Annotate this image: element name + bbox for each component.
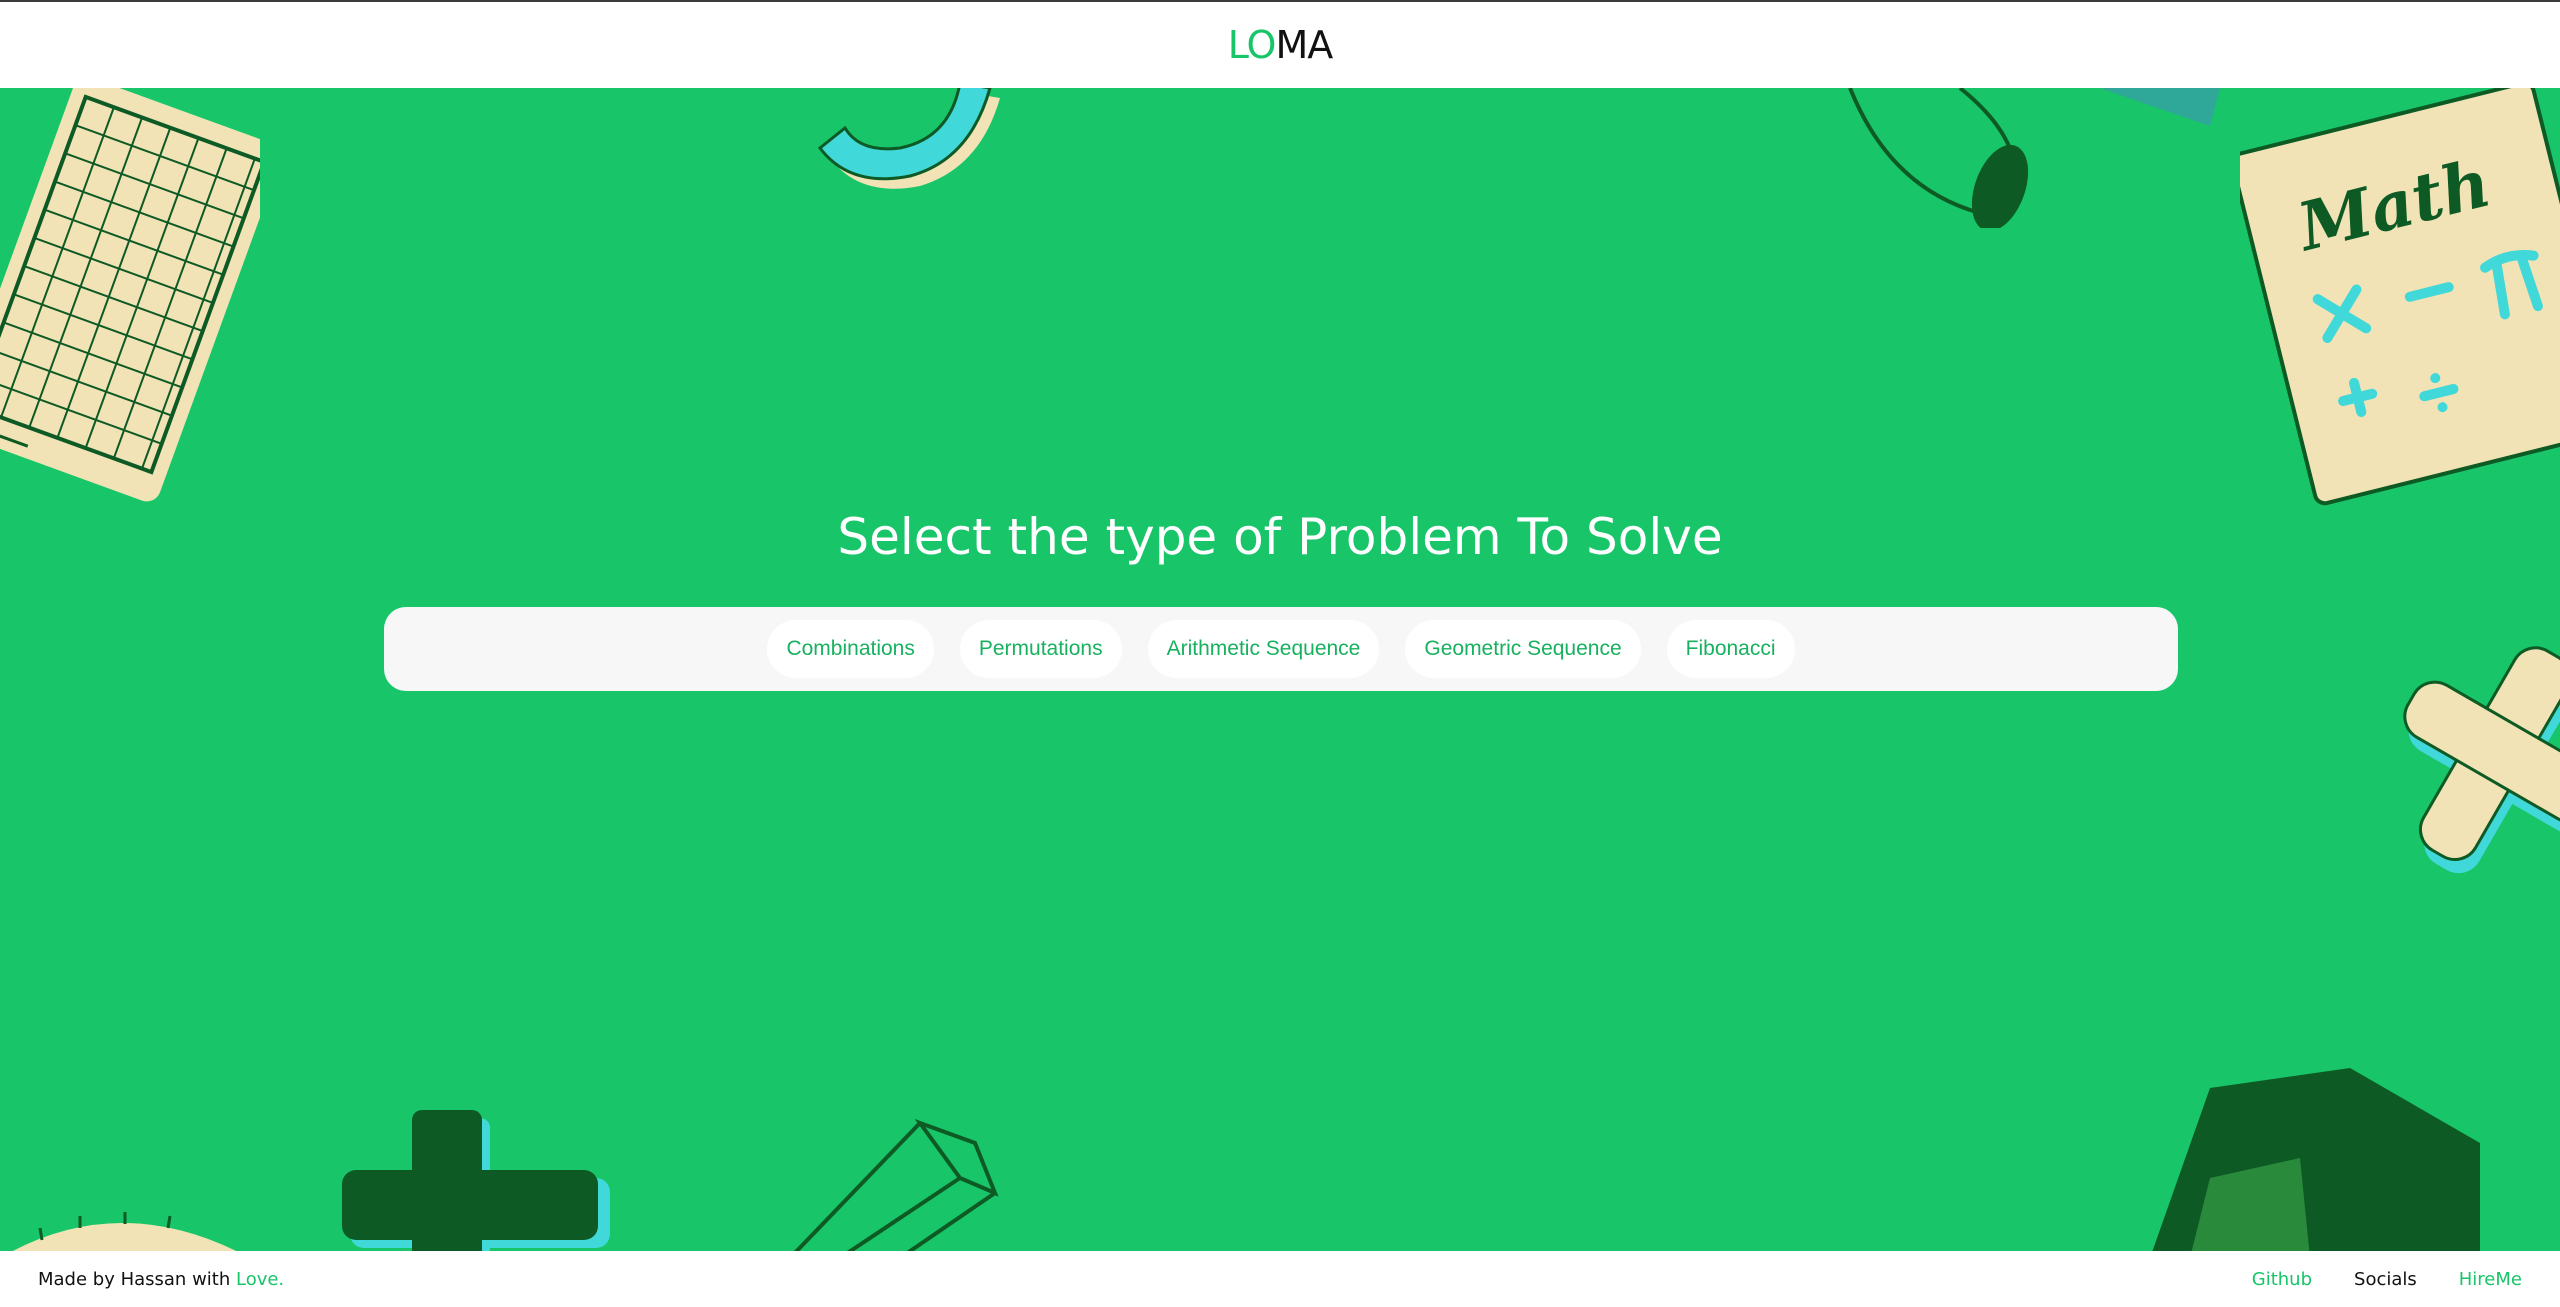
swirl-illustration	[817, 88, 1000, 189]
footer-credit-text: Made by Hassan with	[38, 1268, 236, 1290]
hireme-link[interactable]: HireMe	[2459, 1269, 2522, 1290]
chip-combinations[interactable]: Combinations	[767, 620, 934, 678]
math-book-illustration: Math	[2240, 88, 2560, 506]
page-title: Select the type of Problem To Solve	[837, 508, 1723, 566]
hero-section: Math Select the type of Problem To Solve…	[0, 88, 2560, 1251]
github-link[interactable]: Github	[2252, 1269, 2312, 1290]
footer-credit: Made by Hassan with Love.	[38, 1269, 284, 1290]
site-footer: Made by Hassan with Love. Github Socials…	[0, 1251, 2560, 1307]
prism-illustration	[793, 1118, 999, 1251]
triangle-illustration	[2100, 88, 2220, 126]
multiply-sign-illustration	[2403, 646, 2560, 874]
hexagon-illustration	[2152, 1068, 2480, 1251]
footer-nav: Github Socials HireMe	[2252, 1269, 2522, 1290]
protractor-illustration	[12, 1212, 237, 1251]
socials-link[interactable]: Socials	[2354, 1269, 2417, 1290]
cylinder-illustration	[1848, 88, 2029, 228]
problem-type-selector: Combinations Permutations Arithmetic Seq…	[384, 607, 2178, 691]
site-header: LOMA	[0, 2, 2560, 88]
logo-part-ma: MA	[1275, 23, 1333, 67]
chip-permutations[interactable]: Permutations	[959, 620, 1122, 678]
logo[interactable]: LOMA	[1227, 23, 1334, 67]
plus-sign-illustration	[342, 1110, 610, 1251]
logo-part-lo: LO	[1227, 23, 1277, 67]
chip-arithmetic-sequence[interactable]: Arithmetic Sequence	[1147, 620, 1380, 678]
graph-paper-illustration	[0, 88, 260, 502]
footer-love-link[interactable]: Love.	[236, 1269, 284, 1290]
chip-fibonacci[interactable]: Fibonacci	[1666, 620, 1795, 678]
chip-geometric-sequence[interactable]: Geometric Sequence	[1405, 620, 1641, 678]
